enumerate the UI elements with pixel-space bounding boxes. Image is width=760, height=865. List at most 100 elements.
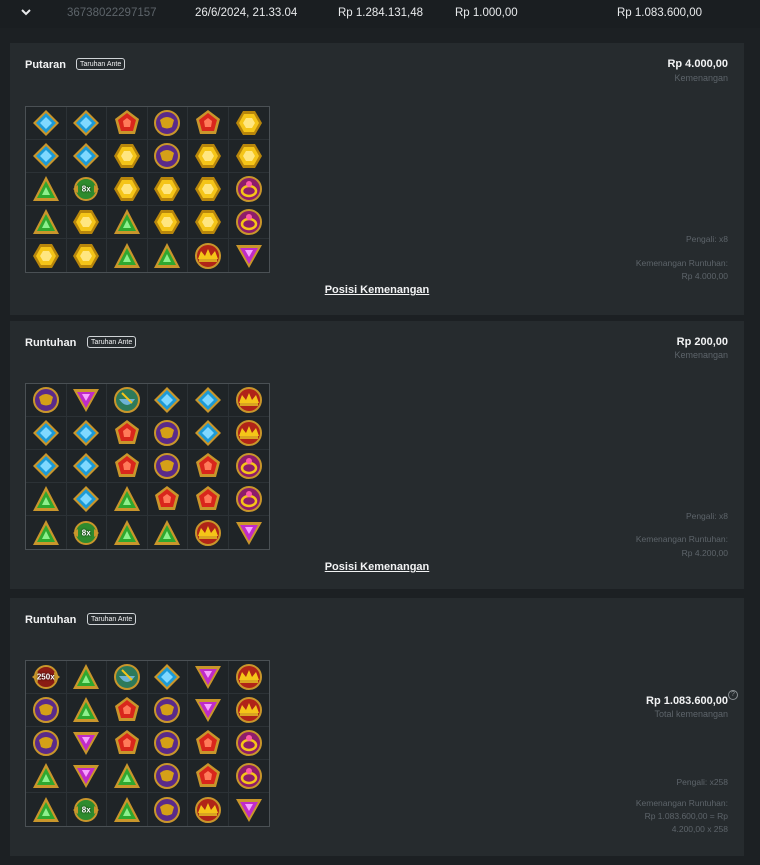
panel-title: Putaran [25, 59, 66, 71]
grid-cell [228, 140, 269, 173]
grid-cell [107, 694, 148, 727]
grid-cell [147, 661, 188, 694]
grid-cell [107, 793, 148, 826]
grid-cell [107, 173, 148, 206]
grid-cell [228, 206, 269, 239]
cascade-panel: Runtuhan Taruhan Ante 250x 8x Rp 1.083.60… [10, 598, 744, 856]
grid-cell [66, 727, 107, 760]
spin-panel: Putaran Taruhan Ante Rp 4.000,00 Kemenan… [10, 43, 744, 315]
round-datetime: 26/6/2024, 21.33.04 [195, 7, 298, 19]
purple-chalice-icon [154, 763, 181, 789]
grid-cell [228, 727, 269, 760]
win-amount-label: Kemenangan [674, 350, 728, 360]
grid-cell [107, 516, 148, 549]
grid-cell [26, 760, 67, 793]
round-id: 36738022297157 [67, 7, 157, 19]
grid-cell: 8x [67, 793, 107, 826]
green-gem-icon [32, 796, 59, 822]
grid-cell [148, 239, 188, 272]
crown-icon [235, 387, 262, 413]
grid-cell [26, 206, 67, 239]
multiplier-label: 8x [81, 528, 91, 537]
grid-cell [147, 727, 188, 760]
grid-cell [147, 694, 188, 727]
gold-gem-icon [73, 243, 100, 268]
red-gem-icon [114, 453, 139, 477]
win-amount-label: Kemenangan [674, 73, 728, 83]
cascade-panel: Runtuhan Taruhan Ante Rp 200,00 Kemenang… [10, 321, 744, 589]
ring-icon [235, 486, 262, 512]
grid-cell [147, 483, 188, 516]
multiplier-label: 8x [81, 184, 91, 194]
grid-cell [147, 450, 188, 483]
grid-cell [188, 450, 229, 483]
ring-icon [235, 176, 262, 202]
grid-cell [26, 107, 67, 140]
grid-cell [147, 760, 188, 793]
purple-chalice-icon [154, 697, 181, 723]
green-gem-icon [32, 763, 59, 788]
grid-cell [188, 140, 229, 173]
reel-grid: 250x 8x [25, 660, 270, 827]
purple-chalice-icon [32, 697, 59, 723]
purple-chalice-icon [154, 110, 181, 136]
grid-cell [66, 483, 107, 516]
gold-gem-icon [113, 144, 140, 168]
blue-gem-icon [73, 110, 100, 136]
grid-cell [66, 206, 107, 239]
grid-cell [188, 107, 229, 140]
purple-chalice-icon [32, 730, 59, 756]
blue-gem-icon [73, 453, 100, 479]
cascade-win-value: Rp 4.000,00 [681, 271, 728, 281]
grid-cell [188, 793, 229, 826]
grid-cell [229, 793, 270, 826]
red-gem-icon [195, 453, 220, 477]
crown-icon [235, 420, 262, 446]
blue-gem-icon [32, 420, 59, 446]
pink-gem-icon [73, 765, 100, 788]
grid-cell [66, 140, 107, 173]
grid-cell [66, 450, 107, 483]
panel-title: Runtuhan [25, 614, 77, 626]
cascade-win-label: Kemenangan Runtuhan: [635, 534, 728, 544]
green-gem-icon [113, 519, 140, 545]
crown-icon [194, 519, 221, 546]
grid-cell [229, 239, 270, 272]
green-gem-icon [73, 664, 100, 689]
grid-cell [228, 450, 269, 483]
history-summary-row[interactable]: 36738022297157 26/6/2024, 21.33.04 Rp 1.… [0, 0, 760, 28]
grid-cell [26, 140, 67, 173]
red-gem-icon [114, 110, 139, 134]
blue-gem-icon [154, 387, 181, 413]
ring-icon [235, 209, 262, 235]
gold-gem-icon [194, 177, 221, 201]
grid-cell [26, 694, 67, 727]
grid-cell [148, 516, 188, 549]
green-gem-icon [154, 242, 181, 268]
help-icon[interactable]: ? [728, 690, 738, 700]
purple-chalice-icon [154, 453, 181, 479]
chevron-down-icon[interactable] [20, 6, 32, 18]
red-gem-icon [195, 110, 220, 134]
multiplier-text: Pengali: x8 [685, 234, 728, 244]
winning-positions-link[interactable]: Posisi Kemenangan [10, 561, 744, 573]
blue-gem-icon [194, 420, 221, 446]
winning-positions-link[interactable]: Posisi Kemenangan [10, 284, 744, 296]
green-gem-icon [32, 486, 59, 511]
cascade-win-label: Kemenangan Runtuhan: [635, 798, 728, 808]
grid-cell [107, 206, 148, 239]
gold-gem-icon [32, 243, 59, 268]
grid-cell [66, 661, 107, 694]
grid-cell [107, 760, 148, 793]
grid-cell [66, 107, 107, 140]
crown-icon [235, 664, 262, 690]
grid-cell [26, 450, 67, 483]
cascade-win-formula: Rp 1.083.600,00 = Rp [644, 811, 728, 821]
pink-gem-icon [194, 666, 221, 689]
ring-icon [235, 453, 262, 479]
grid-cell [228, 483, 269, 516]
grid-cell [107, 239, 148, 272]
gold-gem-icon [194, 144, 221, 168]
grid-cell [107, 727, 148, 760]
red-gem-icon [195, 730, 220, 754]
